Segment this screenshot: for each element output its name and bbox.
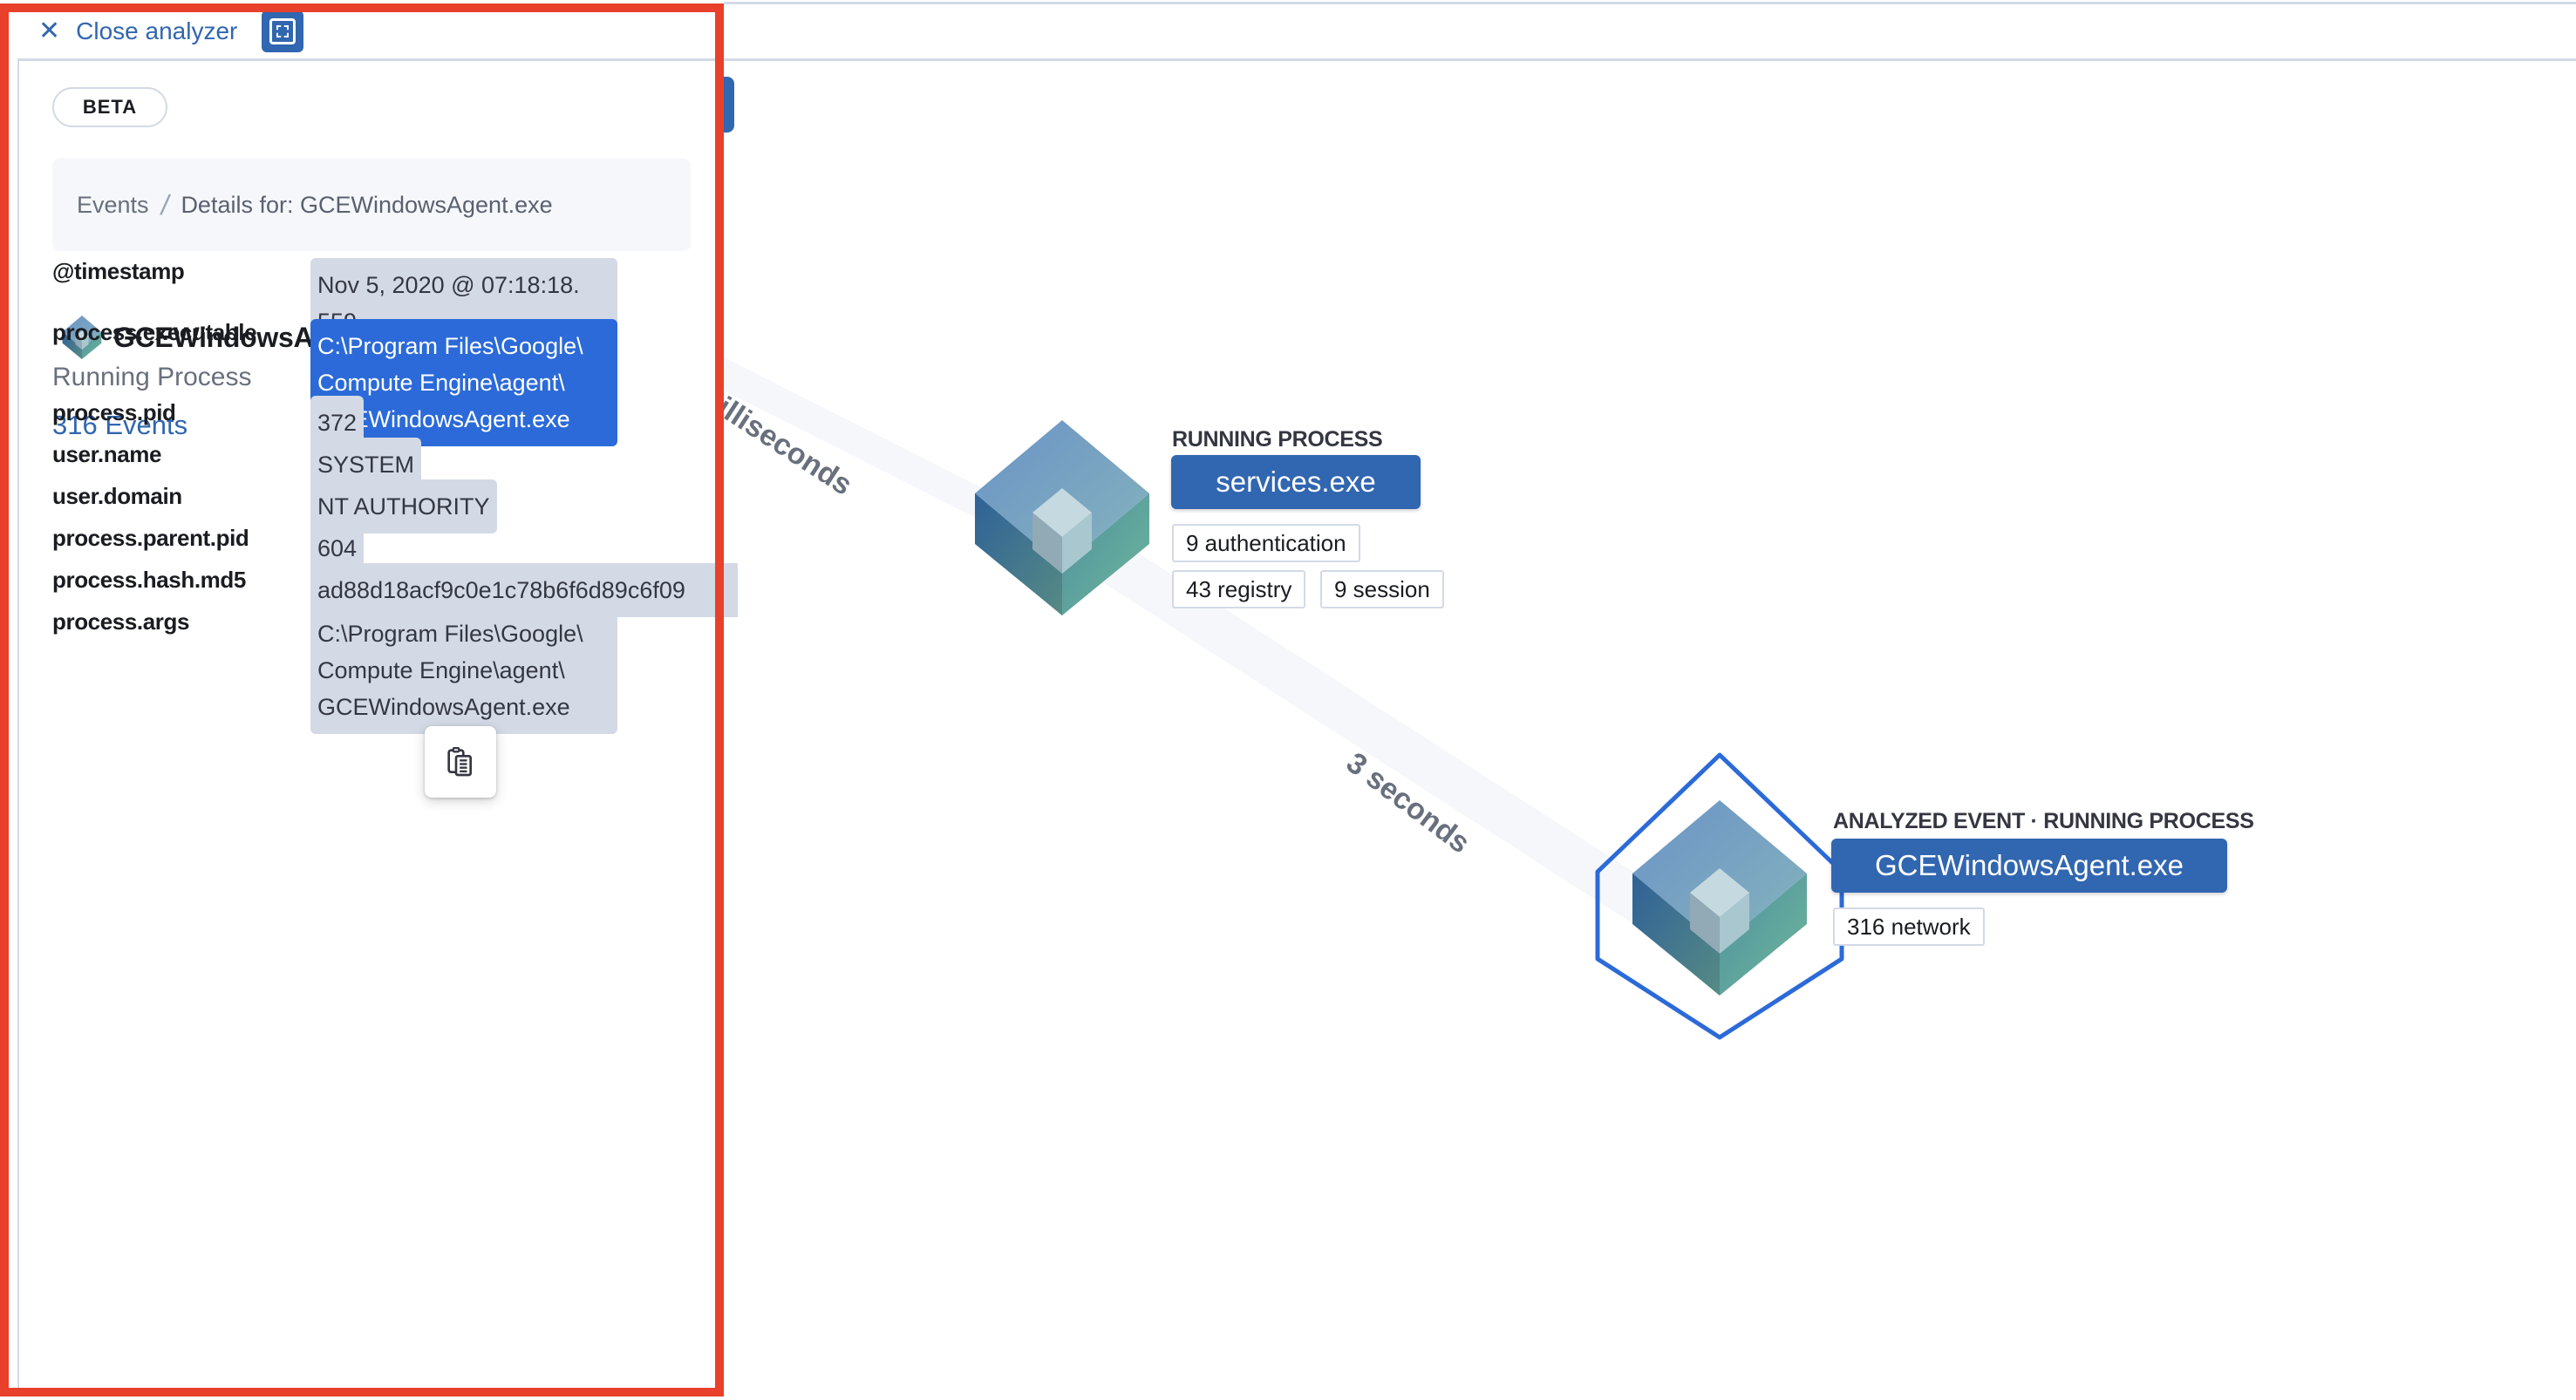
- beta-badge: BETA: [52, 87, 167, 127]
- field-label: user.domain: [52, 483, 182, 509]
- value-line: C:\Program Files\Google\: [317, 621, 583, 647]
- close-analyzer-label: Close analyzer: [76, 17, 238, 44]
- copy-to-clipboard-button[interactable]: [425, 726, 496, 798]
- copy-to-clipboard-icon: [447, 747, 472, 777]
- field-label: process.executable: [52, 319, 257, 345]
- related-events-pill[interactable]: 9 session: [1320, 570, 1444, 608]
- fullscreen-button[interactable]: [262, 10, 303, 52]
- field-label: @timestamp: [52, 258, 185, 284]
- node-subtitle: Running Process: [52, 363, 252, 391]
- breadcrumb-current: Details for: GCEWindowsAgent.exe: [181, 191, 553, 218]
- field-label: process.hash.md5: [52, 567, 246, 593]
- value-line: C:\Program Files\Google\: [317, 333, 583, 359]
- breadcrumb-separator: /: [158, 188, 172, 221]
- close-analyzer-button[interactable]: ✕ Close analyzer: [38, 14, 237, 49]
- node-cube-agent[interactable]: [1632, 800, 1807, 996]
- node-type-label: RUNNING PROCESS: [1172, 427, 1383, 452]
- related-events-pill[interactable]: 43 registry: [1172, 570, 1306, 608]
- node-name-button-agent[interactable]: GCEWindowsAgent.exe: [1831, 839, 2227, 893]
- related-events-pill[interactable]: 316 network: [1833, 907, 1985, 946]
- top-divider: [724, 2, 2576, 4]
- value-line: Nov 5, 2020 @ 07:18:18.: [317, 272, 580, 298]
- field-label: process.args: [52, 608, 190, 635]
- fullscreen-icon: [269, 18, 296, 44]
- edge-services-to-agent: [1038, 488, 1687, 959]
- field-label: user.name: [52, 441, 162, 467]
- node-detail-panel: BETA Events / Details for: GCEWindowsAge…: [17, 61, 738, 1395]
- close-icon: ✕: [38, 17, 61, 45]
- node-name-button-services[interactable]: services.exe: [1171, 455, 1421, 509]
- related-events-pill[interactable]: 9 authentication: [1172, 524, 1360, 562]
- value-line: GCEWindowsAgent.exe: [317, 694, 570, 720]
- value-line: Compute Engine\agent\: [317, 370, 565, 396]
- breadcrumb-events-link[interactable]: Events: [77, 192, 149, 219]
- field-label: process.pid: [52, 399, 176, 425]
- value-line: Compute Engine\agent\: [317, 657, 565, 683]
- field-label: process.parent.pid: [52, 525, 249, 551]
- field-value-args[interactable]: C:\Program Files\Google\ Compute Engine\…: [310, 607, 617, 734]
- node-type-label: ANALYZED EVENT · RUNNING PROCESS: [1833, 809, 2254, 833]
- breadcrumb: Events / Details for: GCEWindowsAgent.ex…: [52, 159, 691, 251]
